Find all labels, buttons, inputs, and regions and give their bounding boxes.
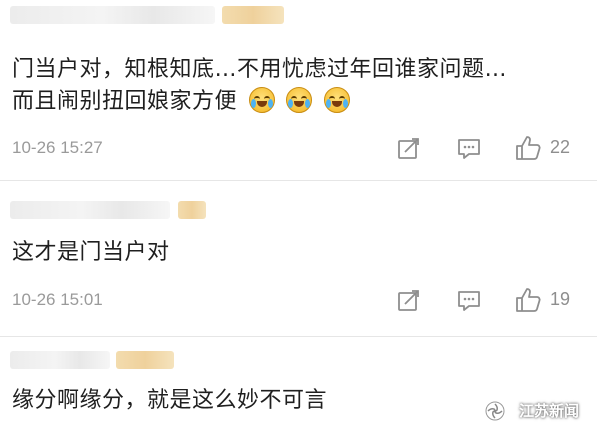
comment-text-line-2-content: 而且闹别扭回娘家方便 bbox=[12, 89, 238, 114]
comment-2: 这才是门当户对 10-26 15:01 19 bbox=[0, 181, 597, 336]
watermark-label: 江苏新闻 bbox=[518, 402, 579, 420]
laugh-cry-emoji-icon bbox=[286, 87, 313, 113]
username-blurred[interactable] bbox=[10, 6, 215, 24]
comment-timestamp: 10-26 15:27 bbox=[12, 138, 103, 157]
comment-timestamp: 10-26 15:01 bbox=[12, 290, 103, 309]
comment-icon[interactable] bbox=[456, 136, 482, 162]
user-badge-blurred bbox=[178, 201, 206, 219]
username-blurred[interactable] bbox=[10, 201, 170, 219]
comment-1: 门当户对，知根知底…不用忧虑过年回谁家问题… 而且闹别扭回娘家方便 10-26 … bbox=[0, 0, 597, 180]
comment-text: 门当户对，知根知底…不用忧虑过年回谁家问题… bbox=[12, 57, 508, 82]
user-badge-blurred bbox=[116, 351, 174, 369]
laugh-cry-emoji-icon bbox=[323, 87, 350, 113]
thumbs-up-icon[interactable] bbox=[514, 134, 542, 162]
repost-icon[interactable] bbox=[396, 288, 422, 314]
user-badge-blurred bbox=[222, 6, 284, 24]
comment-3: 缘分啊缘分，就是这么妙不可言 bbox=[0, 337, 597, 431]
username-blurred[interactable] bbox=[10, 351, 110, 369]
comment-text: 这才是门当户对 bbox=[12, 240, 170, 265]
repost-icon[interactable] bbox=[396, 136, 422, 162]
thumbs-up-icon[interactable] bbox=[514, 286, 542, 314]
comment-icon[interactable] bbox=[456, 288, 482, 314]
comment-text-line-2: 而且闹别扭回娘家方便 bbox=[12, 86, 589, 118]
like-count: 22 bbox=[550, 137, 571, 157]
wechat-logo-icon bbox=[485, 401, 505, 421]
like-count: 19 bbox=[550, 289, 571, 309]
laugh-cry-emoji-icon bbox=[248, 87, 275, 113]
